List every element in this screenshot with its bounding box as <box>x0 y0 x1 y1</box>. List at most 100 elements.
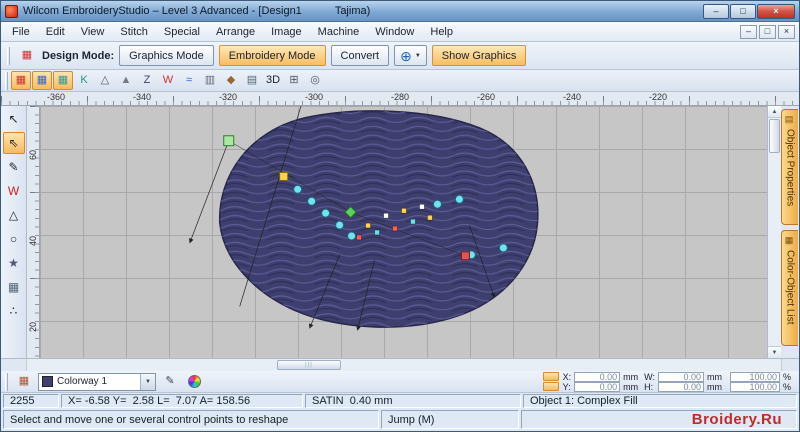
menu-machine[interactable]: Machine <box>310 23 368 41</box>
menu-view[interactable]: View <box>73 23 113 41</box>
app-window: Wilcom EmbroideryStudio – Level 3 Advanc… <box>0 0 800 432</box>
menu-file[interactable]: File <box>4 23 38 41</box>
reference-point-button[interactable] <box>542 372 559 381</box>
artistic-view-icon[interactable]: ▦ <box>53 71 73 90</box>
embroidery-object[interactable] <box>218 110 539 328</box>
y-label: Y: <box>562 381 571 392</box>
mdi-restore-button[interactable]: □ <box>759 24 776 39</box>
maximize-button[interactable]: □ <box>730 3 756 19</box>
3d-view-icon[interactable]: 3D <box>263 71 283 90</box>
y-unit: mm <box>623 381 639 392</box>
w-unit: mm <box>707 371 722 382</box>
title-bar: Wilcom EmbroideryStudio – Level 3 Advanc… <box>1 1 799 22</box>
menu-help[interactable]: Help <box>422 23 461 41</box>
pattern-grid-icon[interactable]: ⊞ <box>284 71 304 90</box>
digitize-tool[interactable]: △ <box>3 204 25 226</box>
scale-x-input[interactable] <box>730 371 780 382</box>
colorway-grid-button[interactable]: ▦ <box>14 372 34 391</box>
curve-node <box>321 208 331 218</box>
triangle-outline-icon[interactable]: △ <box>95 71 115 90</box>
mdi-close-button[interactable]: × <box>778 24 795 39</box>
palette-grid-icon: ▦ <box>18 375 30 387</box>
end-node <box>460 251 470 261</box>
color-wheel-button[interactable] <box>184 372 204 391</box>
reshape-tool[interactable]: ⇖ <box>2 132 25 154</box>
gem-icon[interactable]: ◆ <box>221 71 241 90</box>
curve-node <box>307 196 317 206</box>
mode-toolbar: ▦ Design Mode: Graphics Mode Embroidery … <box>1 42 799 70</box>
tab-color-object-list[interactable]: ▦ Color-Object List <box>781 230 798 346</box>
design-svg[interactable] <box>40 106 767 358</box>
curve-smooth-icon[interactable]: K <box>74 71 94 90</box>
width-input[interactable] <box>658 371 704 382</box>
menu-arrange[interactable]: Arrange <box>208 23 263 41</box>
workspace: ↖ ⇖ ✎ W △ ○ ★ ▦ ∴ 60 40 20 ▲ ▼ ▤ Object … <box>1 106 799 358</box>
tool-state: Jump (M) <box>381 410 519 429</box>
menu-image[interactable]: Image <box>263 23 310 41</box>
lettering-tool[interactable]: W <box>3 180 25 202</box>
close-button[interactable]: × <box>757 3 795 19</box>
triangle-filled-icon[interactable]: ▲ <box>116 71 136 90</box>
convert-button[interactable]: Convert <box>330 45 390 66</box>
toolbar-grip[interactable] <box>5 372 8 391</box>
scale-y-input[interactable] <box>730 381 780 392</box>
x-input[interactable] <box>574 371 621 382</box>
hscroll-track[interactable]: ||| <box>27 359 781 371</box>
design-view-icon[interactable]: ▦ <box>32 71 52 90</box>
vscroll-thumb[interactable] <box>769 119 780 153</box>
horizontal-ruler[interactable]: -360 -340 -320 -300 -280 -260 -240 -220 <box>1 92 799 106</box>
combo-dropdown-icon[interactable]: ▼ <box>140 373 155 390</box>
graphics-mode-button[interactable]: Graphics Mode <box>119 45 214 66</box>
stitch-type: SATIN 0.40 mm <box>305 394 521 408</box>
edit-colorway-button[interactable]: ✎ <box>160 372 180 391</box>
run-stitch-icon[interactable]: W <box>158 71 178 90</box>
grid-tool[interactable]: ▦ <box>3 276 25 298</box>
design-canvas[interactable] <box>40 106 767 358</box>
wave-icon[interactable]: ≈ <box>179 71 199 90</box>
curve-node <box>498 243 508 253</box>
show-graphics-button[interactable]: Show Graphics <box>431 45 527 66</box>
menu-edit[interactable]: Edit <box>38 23 73 41</box>
menu-stitch[interactable]: Stitch <box>112 23 156 41</box>
minimize-button[interactable]: – <box>703 3 729 19</box>
watermark: Broidery.Ru <box>691 411 782 428</box>
vertical-scrollbar[interactable]: ▲ ▼ <box>767 106 781 358</box>
columns-icon[interactable]: ▥ <box>200 71 220 90</box>
hoop-globe-button[interactable]: ⊕ ▼ <box>394 45 427 66</box>
target-icon[interactable]: ◎ <box>305 71 325 90</box>
status-extra: Broidery.Ru <box>521 410 797 429</box>
stitches-view-icon[interactable]: ▦ <box>11 71 31 90</box>
globe-icon: ⊕ <box>400 47 412 64</box>
embroidery-mode-button[interactable]: Embroidery Mode <box>218 45 326 66</box>
scroll-down-icon[interactable]: ▼ <box>768 346 781 358</box>
points-tool[interactable]: ∴ <box>3 300 25 322</box>
w-label: W: <box>644 371 655 382</box>
star-tool[interactable]: ★ <box>3 252 25 274</box>
toolbar-grip[interactable] <box>7 46 10 65</box>
design-window-icon-button[interactable]: ▦ <box>17 46 37 65</box>
zigzag-icon[interactable]: Z <box>137 71 157 90</box>
horizontal-scrollbar[interactable]: ||| <box>1 358 799 371</box>
edit-tool[interactable]: ✎ <box>3 156 25 178</box>
ellipse-tool[interactable]: ○ <box>3 228 25 250</box>
status-bar: 2255 X= -6.58 Y= 2.58 L= 7.07 A= 158.56 … <box>1 393 799 409</box>
scroll-up-icon[interactable]: ▲ <box>768 106 781 118</box>
toolbox: ↖ ⇖ ✎ W △ ○ ★ ▦ ∴ <box>1 106 27 358</box>
hscroll-thumb[interactable]: ||| <box>277 360 341 370</box>
colorway-select[interactable]: Colorway 1 ▼ <box>38 372 156 391</box>
colorway-name: Colorway 1 <box>57 376 108 387</box>
h-label: H: <box>644 381 654 392</box>
scroll-corner <box>1 359 27 371</box>
height-input[interactable] <box>658 381 704 392</box>
toolbar-grip[interactable] <box>5 71 8 90</box>
menu-special[interactable]: Special <box>156 23 208 41</box>
tab-object-properties[interactable]: ▤ Object Properties <box>781 109 798 225</box>
view-toolbar: ▦ ▦ ▦ K △ ▲ Z W ≈ ▥ ◆ ▤ 3D ⊞ ◎ <box>1 70 799 92</box>
scale-lock-button[interactable] <box>542 382 559 391</box>
menu-window[interactable]: Window <box>367 23 422 41</box>
mdi-minimize-button[interactable]: – <box>740 24 757 39</box>
y-input[interactable] <box>574 381 621 392</box>
select-tool[interactable]: ↖ <box>3 108 25 130</box>
vertical-ruler[interactable]: 60 40 20 <box>27 106 40 358</box>
list-icon[interactable]: ▤ <box>242 71 262 90</box>
